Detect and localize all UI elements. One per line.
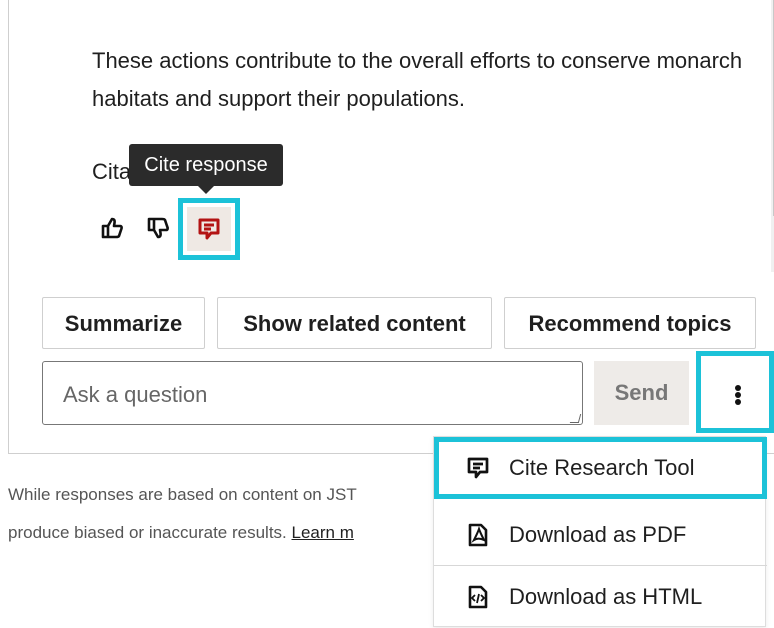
pdf-icon — [468, 523, 488, 547]
download-pdf-label: Download as PDF — [509, 522, 687, 547]
cite-response-icon — [198, 218, 220, 240]
question-input[interactable] — [42, 361, 583, 425]
disclaimer-text: While responses are based on content on … — [8, 485, 357, 504]
cite-research-tool-menu-item[interactable]: Cite Research Tool — [434, 437, 767, 499]
download-html-label: Download as HTML — [509, 584, 703, 609]
disclaimer: While responses are based on content on … — [8, 476, 433, 552]
recommend-topics-chip[interactable]: Recommend topics — [504, 297, 756, 349]
cite-response-button-background — [187, 207, 231, 251]
more-options-menu: Cite Research Tool Download as PDF Downl… — [433, 436, 767, 628]
response-message: These actions contribute to the overall … — [92, 48, 743, 111]
thumbs-up-icon[interactable] — [100, 216, 124, 240]
citation-prefix: Cita — [92, 159, 132, 184]
download-html-menu-item[interactable]: Download as HTML — [434, 566, 767, 628]
more-vertical-icon — [735, 385, 741, 405]
cite-response-tooltip: Cite response — [129, 144, 283, 194]
download-pdf-menu-item[interactable]: Download as PDF — [434, 504, 767, 566]
cite-response-button[interactable] — [178, 198, 240, 260]
send-button[interactable]: Send — [594, 361, 689, 425]
disclaimer-text-second-line: produce biased or inaccurate results. — [8, 523, 292, 542]
cite-icon — [467, 457, 489, 479]
summarize-chip[interactable]: Summarize — [42, 297, 205, 349]
html-icon — [468, 585, 488, 609]
learn-more-link[interactable]: Learn m — [292, 523, 354, 542]
assistant-panel: These actions contribute to the overall … — [8, 0, 774, 454]
more-options-button[interactable] — [696, 351, 774, 433]
thumbs-down-icon[interactable] — [146, 216, 170, 240]
cite-research-tool-label: Cite Research Tool — [509, 455, 695, 480]
show-related-content-chip[interactable]: Show related content — [217, 297, 492, 349]
